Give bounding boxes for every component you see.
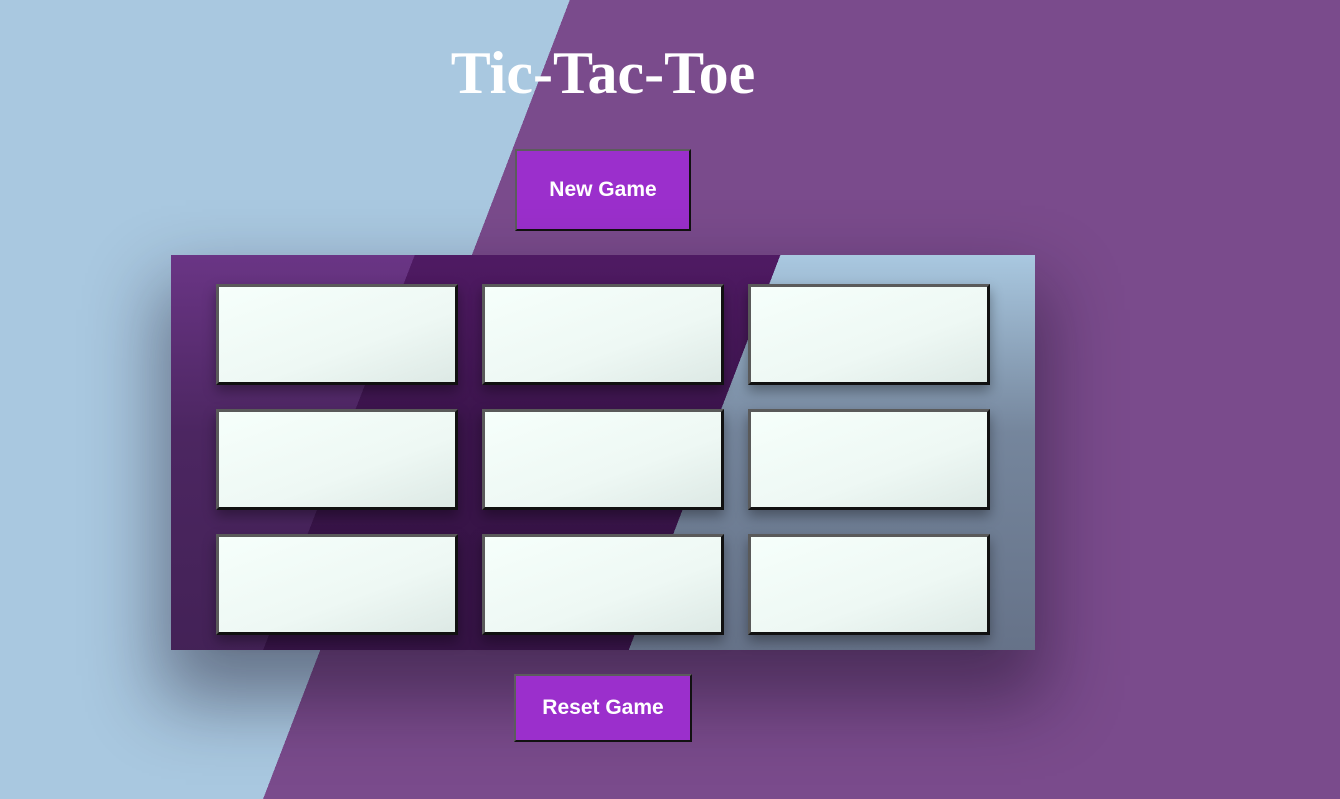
board-cell-6[interactable] bbox=[748, 409, 990, 510]
board-cell-9[interactable] bbox=[748, 534, 990, 635]
board-cell-4[interactable] bbox=[216, 409, 458, 510]
board-cell-1[interactable] bbox=[216, 284, 458, 385]
board-cell-3[interactable] bbox=[748, 284, 990, 385]
board-grid bbox=[216, 284, 990, 635]
reset-game-button[interactable]: Reset Game bbox=[514, 674, 692, 742]
board-cell-7[interactable] bbox=[216, 534, 458, 635]
board-cell-5[interactable] bbox=[482, 409, 724, 510]
board-cell-2[interactable] bbox=[482, 284, 724, 385]
page-title: Tic-Tac-Toe bbox=[450, 40, 756, 106]
new-game-button[interactable]: New Game bbox=[515, 149, 691, 231]
game-board bbox=[171, 255, 1035, 650]
board-cell-8[interactable] bbox=[482, 534, 724, 635]
